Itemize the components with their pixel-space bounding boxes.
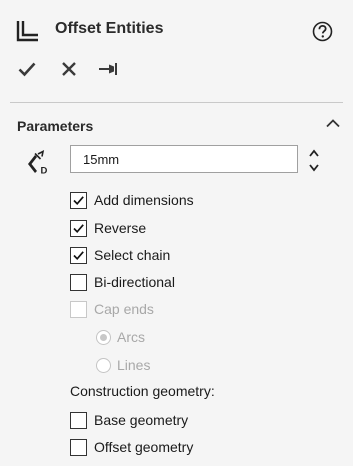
header-divider [10, 102, 343, 103]
offset-distance-input[interactable] [70, 145, 298, 173]
distance-spinner [306, 144, 322, 176]
keep-visible-button[interactable] [95, 56, 121, 86]
checkbox-box[interactable] [70, 191, 87, 209]
checkbox-box[interactable] [70, 219, 87, 237]
parameters-group-header[interactable]: Parameters [0, 104, 353, 136]
property-manager-panel: Offset Entities Parameters D 15mm Add di… [0, 0, 353, 466]
cap-ends-checkbox: Cap ends [70, 299, 154, 319]
select-chain-checkbox[interactable]: Select chain [70, 245, 170, 265]
checkbox-box[interactable] [70, 246, 87, 264]
radio-button-selected [96, 329, 111, 345]
chevron-up-icon[interactable] [325, 116, 341, 128]
reverse-label: Reverse [94, 220, 147, 236]
arcs-label: Arcs [117, 329, 145, 345]
spin-up-button[interactable] [306, 146, 322, 161]
offset-geometry-checkbox[interactable]: Offset geometry [70, 437, 193, 457]
offset-distance-icon: D [24, 150, 50, 177]
bi-directional-label: Bi-directional [94, 274, 175, 290]
base-geometry-checkbox[interactable]: Base geometry [70, 410, 188, 430]
reverse-checkbox[interactable]: Reverse [70, 218, 146, 238]
bi-directional-checkbox[interactable]: Bi-directional [70, 272, 175, 292]
parameters-title: Parameters [17, 118, 94, 134]
checkbox-box[interactable] [70, 273, 87, 291]
select-chain-label: Select chain [94, 247, 171, 263]
action-toolbar [0, 56, 353, 92]
close-icon [61, 61, 77, 82]
panel-header: Offset Entities [0, 0, 353, 58]
panel-title: Offset Entities [55, 20, 164, 37]
offset-geometry-label: Offset geometry [94, 439, 194, 455]
radio-button [96, 357, 111, 373]
lines-label: Lines [117, 357, 151, 373]
cancel-button[interactable] [56, 56, 82, 86]
svg-text:D: D [41, 166, 48, 177]
add-dimensions-label: Add dimensions [94, 192, 194, 208]
cap-lines-radio: Lines [96, 355, 150, 375]
help-icon[interactable] [312, 21, 333, 42]
construction-geometry-label: Construction geometry: [70, 383, 215, 399]
ok-button[interactable] [14, 56, 40, 86]
checkbox-box [70, 300, 87, 318]
checkbox-box[interactable] [70, 438, 87, 456]
checkmark-icon [18, 61, 36, 82]
add-dimensions-checkbox[interactable]: Add dimensions [70, 190, 194, 210]
spin-down-button[interactable] [306, 161, 322, 176]
pushpin-icon [98, 62, 118, 81]
checkbox-box[interactable] [70, 411, 87, 429]
base-geometry-label: Base geometry [94, 412, 189, 428]
cap-arcs-radio: Arcs [96, 327, 145, 347]
offset-entities-icon [16, 20, 40, 42]
cap-ends-label: Cap ends [94, 301, 154, 317]
